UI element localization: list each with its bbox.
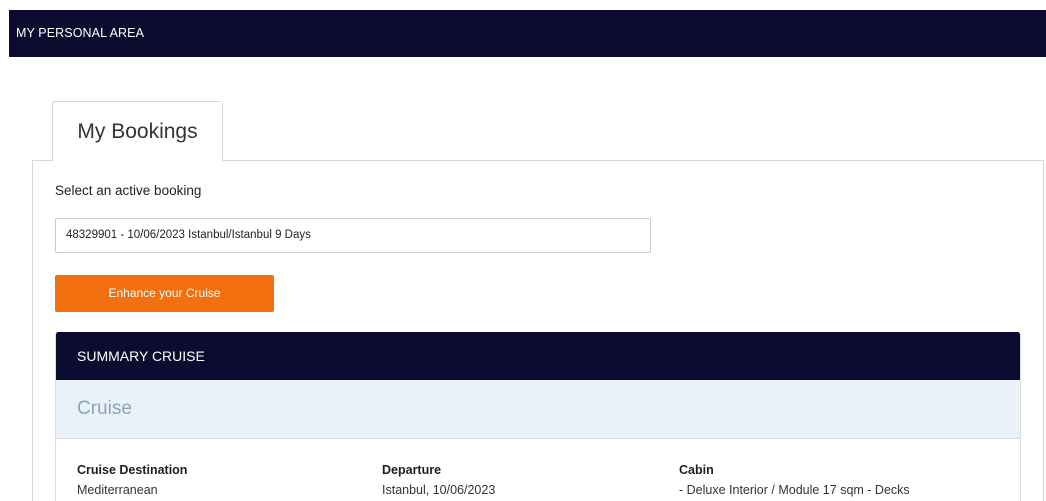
bookings-panel: Select an active booking 48329901 - 10/0… [32,160,1044,501]
departure-value: Istanbul, 10/06/2023 [382,483,496,497]
cruise-section-title: Cruise [77,398,132,419]
page-header: MY PERSONAL AREA [9,10,1046,57]
cruise-destination-value: Mediterranean [77,483,158,497]
page: MY PERSONAL AREA My Bookings Select an a… [0,0,1046,501]
summary-cruise-header: SUMMARY CRUISE [56,332,1020,380]
personal-area-content: My Bookings Select an active booking 483… [9,57,1046,501]
summary-cruise-card: SUMMARY CRUISE Cruise Cruise Destination… [55,332,1021,501]
active-booking-select[interactable]: 48329901 - 10/06/2023 Istanbul/Istanbul … [55,218,651,253]
cruise-section-header: Cruise [56,380,1020,439]
cabin-field: Cabin - Deluxe Interior / Module 17 sqm … [679,463,910,497]
cabin-value: - Deluxe Interior / Module 17 sqm - Deck… [679,483,910,497]
cruise-destination-field: Cruise Destination Mediterranean [77,463,187,497]
cabin-label: Cabin [679,463,714,477]
departure-label: Departure [382,463,442,477]
page-title: MY PERSONAL AREA [16,26,145,40]
cruise-destination-label: Cruise Destination [77,463,188,477]
tab-my-bookings[interactable]: My Bookings [52,101,223,161]
select-booking-label: Select an active booking [55,183,202,198]
departure-field: Departure Istanbul, 10/06/2023 [382,463,495,497]
cruise-details: Cruise Destination Mediterranean Departu… [56,439,1020,501]
active-booking-value: 48329901 - 10/06/2023 Istanbul/Istanbul … [66,229,311,241]
tab-label: My Bookings [77,120,198,143]
enhance-cruise-button[interactable]: Enhance your Cruise [55,275,274,312]
summary-cruise-title: SUMMARY CRUISE [77,348,205,364]
